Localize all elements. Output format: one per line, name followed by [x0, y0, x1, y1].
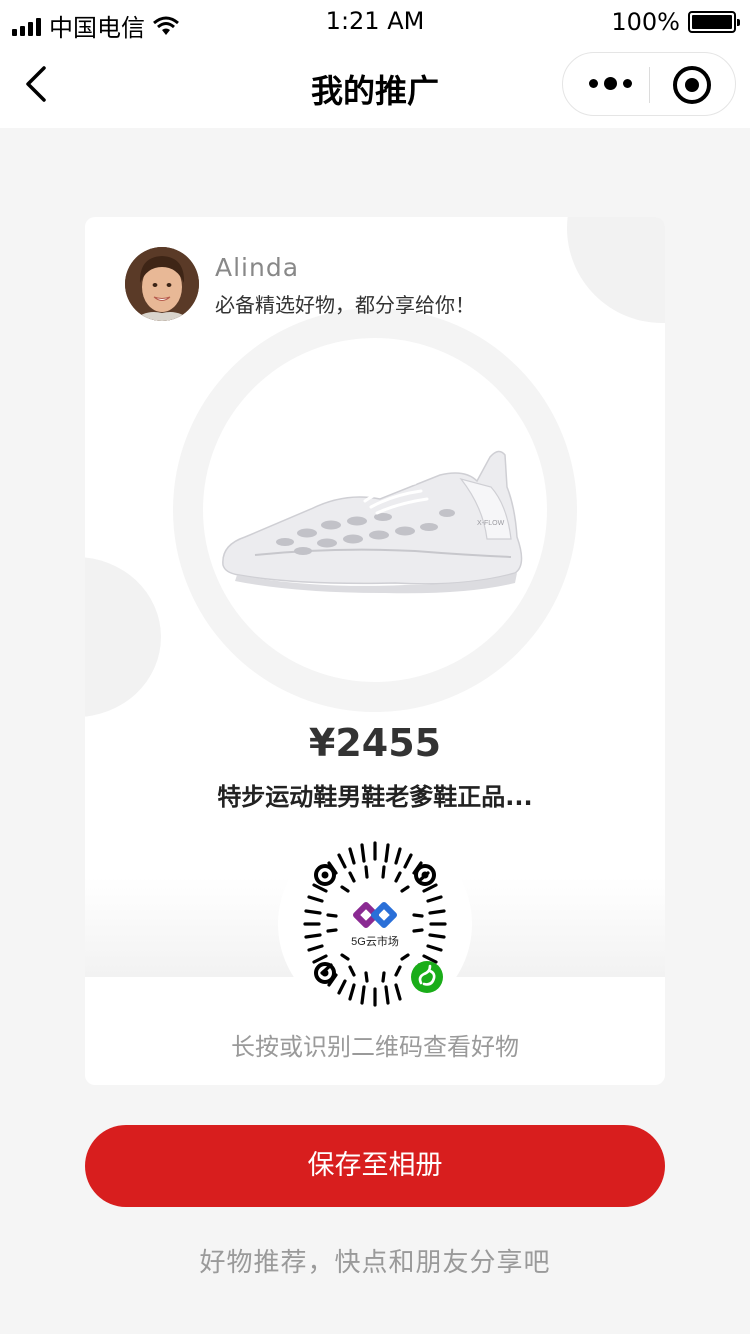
user-name: Alinda: [215, 253, 300, 282]
mini-program-qr-code[interactable]: 5G云市场: [278, 827, 472, 1021]
save-to-album-button[interactable]: 保存至相册: [85, 1125, 665, 1207]
target-icon[interactable]: [673, 66, 711, 104]
qr-hint: 长按或识别二维码查看好物: [231, 1033, 519, 1061]
user-slogan: 必备精选好物，都分享给你！: [215, 293, 475, 317]
status-right: 100%: [611, 8, 740, 36]
decorative-circle: [85, 557, 161, 717]
shoe-brand-text: X-FLOW: [477, 520, 505, 527]
qr-logo-text: 5G云市场: [351, 934, 399, 948]
avatar: [125, 247, 199, 321]
mini-program-icon: [411, 961, 443, 993]
product-price: ¥2455: [308, 721, 442, 765]
decorative-circle: [567, 217, 665, 323]
footer-tip: 好物推荐，快点和朋友分享吧: [199, 1248, 551, 1278]
status-bar: 中国电信 1:21 AM 100%: [0, 0, 750, 44]
battery-icon: [688, 11, 740, 33]
nav-bar: 我的推广: [0, 44, 750, 128]
share-poster[interactable]: Alinda 必备精选好物，都分享给你！ X-FLOW ¥2455 特步运动鞋男…: [85, 217, 665, 1085]
product-image: X-FLOW: [222, 450, 523, 594]
more-dots-icon[interactable]: [589, 77, 632, 90]
mini-program-capsule: [562, 52, 736, 116]
battery-percent: 100%: [611, 8, 680, 36]
product-title: 特步运动鞋男鞋老爹鞋正品...: [217, 783, 533, 811]
capsule-divider: [649, 67, 650, 103]
